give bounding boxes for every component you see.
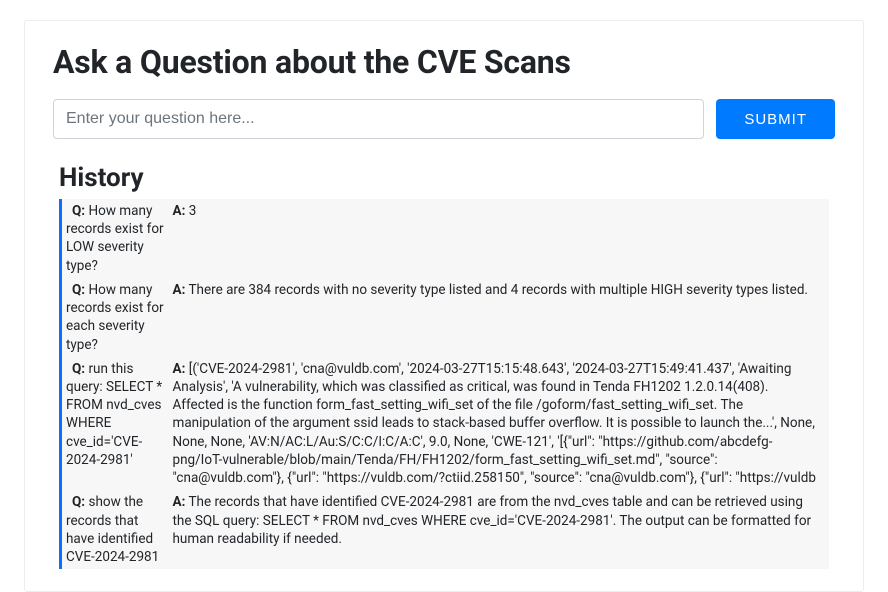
history-row: Q: show the records that have identified… — [61, 490, 828, 569]
question-form: SUBMIT — [53, 99, 835, 139]
a-text: 3 — [189, 203, 197, 219]
history-title: History — [59, 163, 829, 193]
q-label: Q: — [66, 494, 85, 510]
a-label: A: — [173, 494, 186, 510]
submit-button[interactable]: SUBMIT — [716, 99, 835, 139]
a-text: There are 384 records with no severity t… — [188, 282, 808, 298]
q-label: Q: — [66, 282, 85, 298]
history-row: Q: How many records exist for LOW severi… — [61, 199, 828, 278]
q-label: Q: — [66, 203, 85, 219]
history-table: Q: How many records exist for LOW severi… — [59, 199, 829, 569]
page-title: Ask a Question about the CVE Scans — [53, 43, 835, 81]
a-label: A: — [173, 361, 186, 377]
history-row: Q: How many records exist for each sever… — [61, 278, 828, 357]
q-label: Q: — [66, 361, 85, 377]
a-text: The records that have identified CVE-202… — [173, 494, 812, 546]
a-text: [('CVE-2024-2981', 'cna@vuldb.com', '202… — [173, 361, 816, 486]
a-label: A: — [173, 203, 186, 219]
a-label: A: — [173, 282, 186, 298]
main-card: Ask a Question about the CVE Scans SUBMI… — [24, 20, 864, 592]
question-input[interactable] — [53, 99, 704, 139]
history-row: Q: run this query: SELECT * FROM nvd_cve… — [61, 357, 828, 491]
